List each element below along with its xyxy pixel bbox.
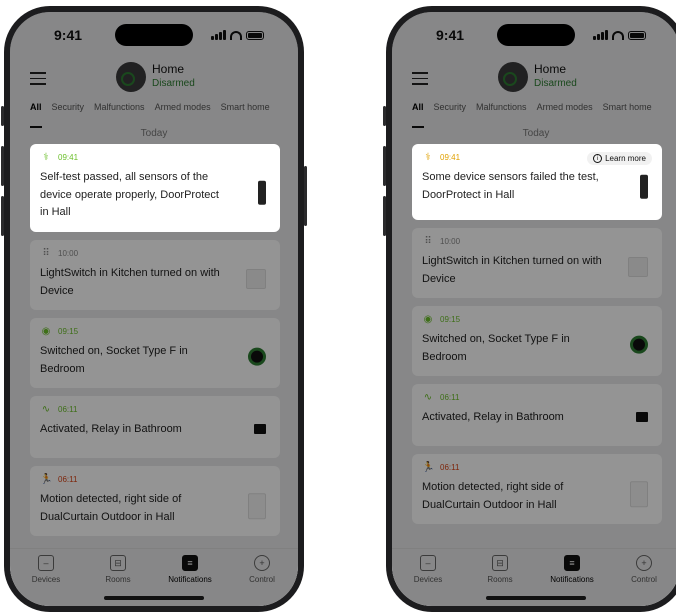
home-indicator <box>486 596 586 600</box>
menu-icon[interactable] <box>412 72 428 85</box>
doorprotect-device-icon <box>640 174 648 199</box>
control-icon: + <box>636 555 652 571</box>
hub-avatar[interactable] <box>498 62 528 92</box>
signal-icon <box>593 30 608 40</box>
status-time: 9:41 <box>54 27 83 43</box>
doorprotect-device-icon <box>258 180 266 205</box>
dots-grid-icon: ⠿ <box>42 248 50 259</box>
tab-malfunctions[interactable]: Malfunctions <box>94 102 145 122</box>
notification-card[interactable]: ◉ 09:15 Switched on, Socket Type F in Bed… <box>412 306 662 376</box>
notification-time: 06:11 <box>58 475 78 484</box>
devices-icon: – <box>420 555 436 571</box>
dualcurtain-device-icon <box>630 481 648 508</box>
devices-icon: – <box>38 555 54 571</box>
tab-all[interactable]: All <box>412 102 424 128</box>
nav-control[interactable]: + Control <box>614 555 674 606</box>
info-icon: i <box>593 154 603 163</box>
control-icon: + <box>254 555 270 571</box>
toggle-icon: ◉ <box>423 314 433 325</box>
hub-avatar[interactable] <box>116 62 146 92</box>
menu-icon[interactable] <box>30 72 46 85</box>
hub-title: Home <box>534 62 567 76</box>
notification-card[interactable]: ◉ 09:15 Switched on, Socket Type F in Bed… <box>30 318 280 388</box>
notification-time: 10:00 <box>440 237 461 246</box>
running-icon: 🏃 <box>422 462 435 473</box>
wifi-icon <box>230 30 242 40</box>
notification-card[interactable]: ⚕ 09:41 i Learn more Some device sensors f… <box>412 144 662 220</box>
notification-message: Motion detected, right side of DualCurta… <box>40 493 182 523</box>
rooms-icon: ⊟ <box>110 555 126 571</box>
toggle-icon: ◉ <box>41 326 51 337</box>
notification-time: 09:41 <box>440 153 461 162</box>
notification-time: 06:11 <box>440 463 460 472</box>
nav-control[interactable]: + Control <box>232 555 292 606</box>
dynamic-island <box>115 24 193 46</box>
notification-message: Switched on, Socket Type F in Bedroom <box>40 345 188 375</box>
lightswitch-device-icon <box>628 257 648 277</box>
battery-icon <box>628 30 646 40</box>
notification-message: Self-test passed, all sensors of the dev… <box>40 171 219 219</box>
notification-message: LightSwitch in Kitchen turned on with De… <box>422 255 602 285</box>
tab-armed-modes[interactable]: Armed modes <box>155 102 211 122</box>
nav-devices[interactable]: – Devices <box>16 555 76 606</box>
notifications-icon: ≡ <box>564 555 580 571</box>
section-today: Today <box>522 128 550 139</box>
section-today: Today <box>140 128 168 139</box>
notification-time: 09:15 <box>440 315 461 324</box>
learn-more-button[interactable]: i Learn more <box>587 152 652 165</box>
stethoscope-icon: ⚕ <box>425 152 431 163</box>
hub-status: Disarmed <box>534 78 577 89</box>
tab-security[interactable]: Security <box>52 102 85 122</box>
notifications-icon: ≡ <box>182 555 198 571</box>
phone-right: 9:41 Home Disarmed All Security Malfunct… <box>383 6 676 612</box>
notification-card[interactable]: ∿ 06:11 Activated, Relay in Bathroom <box>30 396 280 458</box>
hub-status: Disarmed <box>152 78 195 89</box>
dots-grid-icon: ⠿ <box>424 236 432 247</box>
notification-message: Activated, Relay in Bathroom <box>40 423 182 435</box>
notification-message: Motion detected, right side of DualCurta… <box>422 481 564 511</box>
signal-icon <box>211 30 226 40</box>
notification-message: Activated, Relay in Bathroom <box>422 411 564 423</box>
tab-security[interactable]: Security <box>434 102 467 122</box>
notification-time: 06:11 <box>440 393 460 402</box>
pulse-icon: ∿ <box>423 392 433 403</box>
tab-all[interactable]: All <box>30 102 42 128</box>
socket-device-icon <box>630 335 648 354</box>
notification-message: Some device sensors failed the test, Doo… <box>422 171 599 201</box>
tab-malfunctions[interactable]: Malfunctions <box>476 102 527 122</box>
hub-title: Home <box>152 62 185 76</box>
notification-card[interactable]: ∿ 06:11 Activated, Relay in Bathroom <box>412 384 662 446</box>
dualcurtain-device-icon <box>248 493 266 520</box>
notification-message: LightSwitch in Kitchen turned on with De… <box>40 267 220 297</box>
dynamic-island <box>497 24 575 46</box>
battery-icon <box>246 30 264 40</box>
notification-card[interactable]: ⠿ 10:00 LightSwitch in Kitchen turned on … <box>412 228 662 298</box>
lightswitch-device-icon <box>246 269 266 289</box>
home-indicator <box>104 596 204 600</box>
notification-message: Switched on, Socket Type F in Bedroom <box>422 333 570 363</box>
stethoscope-icon: ⚕ <box>43 152 49 163</box>
notification-time: 09:15 <box>58 327 79 336</box>
pulse-icon: ∿ <box>41 404 51 415</box>
notification-card[interactable]: 🏃 06:11 Motion detected, right side of Du… <box>412 454 662 524</box>
phone-left: 9:41 Home Disarmed All Security Malfunct… <box>1 6 307 612</box>
notification-time: 10:00 <box>58 249 79 258</box>
rooms-icon: ⊟ <box>492 555 508 571</box>
status-time: 9:41 <box>436 27 465 43</box>
notification-card[interactable]: ⚕ 09:41 Self-test passed, all sensors of … <box>30 144 280 232</box>
running-icon: 🏃 <box>40 474 53 485</box>
notification-time: 06:11 <box>58 405 78 414</box>
socket-device-icon <box>248 347 266 366</box>
nav-devices[interactable]: – Devices <box>398 555 458 606</box>
notification-time: 09:41 <box>58 153 79 162</box>
relay-device-icon <box>254 424 266 434</box>
notification-card[interactable]: ⠿ 10:00 LightSwitch in Kitchen turned on … <box>30 240 280 310</box>
notification-card[interactable]: 🏃 06:11 Motion detected, right side of Du… <box>30 466 280 536</box>
tab-armed-modes[interactable]: Armed modes <box>537 102 593 122</box>
tab-smart-home[interactable]: Smart home <box>221 102 270 122</box>
wifi-icon <box>612 30 624 40</box>
tab-smart-home[interactable]: Smart home <box>603 102 652 122</box>
relay-device-icon <box>636 412 648 422</box>
